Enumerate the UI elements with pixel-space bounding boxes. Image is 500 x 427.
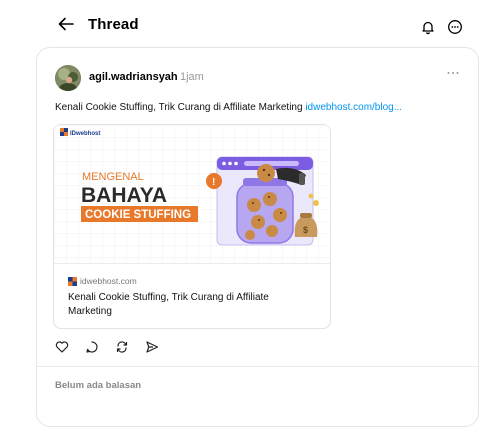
avatar-photo-icon — [55, 65, 81, 91]
repost-icon[interactable] — [115, 340, 129, 354]
cookie-stuffing-banner-image: IDwebhost MENGENAL BAHAYA COOKIE STUFFIN… — [54, 125, 330, 263]
post-username[interactable]: agil.wadriansyah — [89, 71, 178, 83]
post-more-icon[interactable] — [446, 68, 460, 78]
back-arrow-icon[interactable] — [56, 14, 76, 34]
post-time: 1jam — [180, 71, 204, 83]
site-favicon-icon — [68, 276, 77, 286]
more-options-circle-icon[interactable] — [447, 19, 463, 35]
reply-comment-icon[interactable] — [85, 340, 99, 354]
post-text: Kenali Cookie Stuffing, Trik Curang di A… — [55, 102, 402, 113]
post-link[interactable]: idwebhost.com/blog... — [305, 102, 402, 113]
like-heart-icon[interactable] — [55, 340, 69, 354]
thread-header: Thread — [0, 0, 500, 48]
link-preview-title: Kenali Cookie Stuffing, Trik Curang di A… — [68, 292, 269, 317]
post-body: Kenali Cookie Stuffing, Trik Curang di A… — [55, 102, 306, 113]
notification-bell-icon[interactable] — [420, 19, 436, 35]
link-preview-info: idwebhost.com Kenali Cookie Stuffing, Tr… — [54, 263, 330, 328]
avatar[interactable] — [55, 65, 81, 91]
svg-text:BAHAYA: BAHAYA — [81, 184, 167, 207]
divider — [37, 366, 478, 367]
link-preview-card[interactable]: IDwebhost MENGENAL BAHAYA COOKIE STUFFIN… — [53, 124, 331, 329]
post-card: agil.wadriansyah 1jam Kenali Cookie Stuf… — [36, 47, 479, 427]
no-replies-label: Belum ada balasan — [55, 380, 142, 391]
link-preview-domain-text: idwebhost.com — [80, 276, 137, 286]
page-title: Thread — [88, 16, 139, 33]
svg-text:$: $ — [303, 225, 308, 235]
svg-text:!: ! — [212, 177, 215, 188]
svg-text:MENGENAL: MENGENAL — [82, 171, 144, 183]
svg-text:COOKIE STUFFING: COOKIE STUFFING — [85, 209, 191, 221]
svg-text:IDwebhost: IDwebhost — [70, 131, 100, 137]
share-send-icon[interactable] — [145, 340, 159, 354]
link-preview-image: IDwebhost MENGENAL BAHAYA COOKIE STUFFIN… — [54, 125, 330, 263]
link-preview-domain: idwebhost.com — [68, 276, 137, 286]
